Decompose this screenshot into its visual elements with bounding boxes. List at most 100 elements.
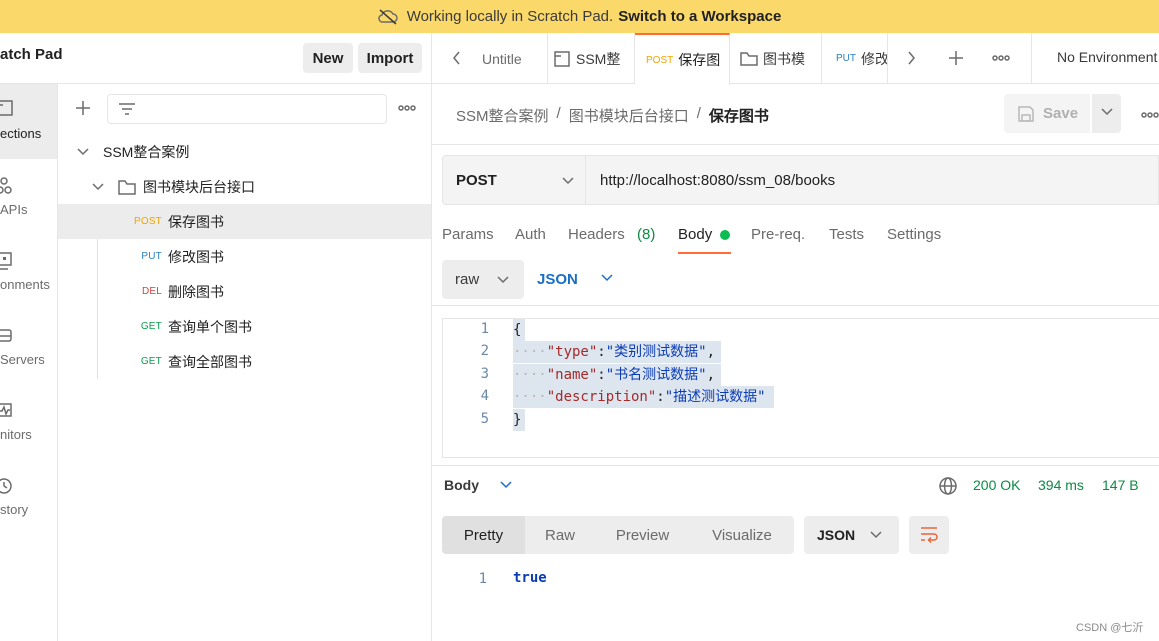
request-more-icon[interactable] (1141, 108, 1159, 124)
tab-save-book[interactable]: POST 保存图 (635, 33, 730, 85)
request-name: 查询单个图书 (168, 318, 252, 335)
tab-ssm[interactable]: SSM整 (548, 33, 635, 84)
response-status[interactable]: 200 OK (973, 477, 1020, 493)
switch-workspace-link[interactable]: Switch to a Workspace (618, 8, 781, 25)
breadcrumb-collection[interactable]: SSM整合案例 (456, 105, 549, 126)
wrap-lines-button[interactable] (909, 516, 949, 554)
view-pretty[interactable]: Pretty (442, 516, 525, 554)
code-brace: { (513, 322, 522, 338)
tab-update-book[interactable]: PUT 修改 (822, 33, 888, 84)
environments-icon (0, 250, 16, 275)
indent-guide: ···· (513, 344, 547, 360)
environment-selector[interactable]: No Environment (1057, 49, 1157, 65)
chevron-down-icon (1100, 105, 1114, 122)
tab-body[interactable]: Body (678, 226, 712, 243)
rail-label: nitors (0, 427, 32, 442)
response-view-toggle: Pretty Raw Preview Visualize (442, 516, 794, 554)
json-key: "type" (546, 344, 598, 360)
chevron-down-icon (600, 271, 614, 289)
tab-settings[interactable]: Settings (887, 226, 941, 243)
chevron-right-icon[interactable] (904, 50, 918, 69)
collection-row[interactable]: SSM整合案例 (58, 134, 431, 169)
breadcrumb-folder[interactable]: 图书模块后台接口 (569, 105, 689, 126)
tab-pre-request[interactable]: Pre-req. (751, 226, 805, 243)
tab-auth[interactable]: Auth (515, 226, 546, 243)
workspace-title: atch Pad (0, 46, 63, 63)
tab-headers[interactable]: Headers (568, 226, 625, 243)
filter-icon (117, 100, 137, 121)
tab-label: 保存图 (678, 52, 721, 68)
tab-tests[interactable]: Tests (829, 226, 864, 243)
body-language-select[interactable]: JSON (537, 271, 614, 289)
cloud-off-icon (377, 8, 398, 25)
line-number: 5 (480, 411, 489, 427)
response-time[interactable]: 394 ms (1038, 477, 1084, 493)
new-tab-icon[interactable] (946, 48, 966, 71)
rail-environments[interactable]: onments (0, 246, 57, 321)
method-badge: GET (140, 356, 162, 367)
request-row[interactable]: PUT 修改图书 (58, 239, 431, 274)
breadcrumb-request: 保存图书 (708, 108, 769, 125)
banner-text: Working locally in Scratch Pad. (406, 8, 614, 25)
rail-label: ections (0, 126, 42, 141)
watermark: CSDN @七沂 (1076, 622, 1144, 634)
request-row[interactable]: DEL 删除图书 (58, 274, 431, 309)
add-icon[interactable] (73, 98, 93, 121)
request-name: 修改图书 (168, 248, 224, 265)
rail-label: onments (0, 277, 50, 292)
json-value: "描述测试数据" (664, 389, 766, 405)
folder-name: 图书模块后台接口 (143, 178, 255, 195)
tab-untitled[interactable]: Untitle (480, 33, 548, 84)
view-raw[interactable]: Raw (525, 516, 595, 554)
rail-history[interactable]: story (0, 471, 57, 546)
save-button[interactable]: Save (1004, 94, 1090, 133)
tabs-more-icon[interactable] (991, 51, 1011, 68)
sidebar-divider (0, 83, 431, 84)
chevron-down-icon (869, 528, 883, 545)
view-visualize[interactable]: Visualize (690, 516, 794, 554)
rail-apis[interactable]: APIs (0, 171, 57, 246)
save-dropdown-button[interactable] (1092, 94, 1121, 133)
response-size[interactable]: 147 B (1102, 477, 1139, 493)
sidebar-border (431, 33, 432, 641)
body-language: JSON (537, 271, 578, 288)
method-badge: GET (140, 321, 162, 332)
tab-params[interactable]: Params (442, 226, 494, 243)
save-label: Save (1043, 105, 1079, 122)
url-input[interactable]: http://localhost:8080/ssm_08/books (586, 155, 1159, 205)
response-section-select[interactable]: Body (444, 477, 513, 495)
new-button[interactable]: New (303, 43, 353, 73)
rail-collections[interactable]: ections (0, 84, 57, 159)
view-preview[interactable]: Preview (595, 516, 690, 554)
save-icon (1017, 105, 1035, 123)
request-row[interactable]: GET 查询全部图书 (58, 344, 431, 379)
request-row[interactable]: GET 查询单个图书 (58, 309, 431, 344)
request-name: 删除图书 (168, 283, 224, 300)
chevron-left-icon[interactable] (450, 50, 464, 69)
tab-label: 图书模 (763, 50, 805, 67)
sidebar-more-icon[interactable] (397, 100, 417, 119)
rail-label: APIs (0, 202, 28, 217)
method-badge: DEL (141, 286, 162, 297)
tab-book-folder[interactable]: 图书模 (730, 33, 822, 84)
globe-icon[interactable] (938, 476, 958, 499)
method-badge: POST (133, 216, 162, 227)
response-label: Body (444, 477, 479, 493)
folder-row[interactable]: 图书模块后台接口 (58, 169, 431, 204)
collection-icon (553, 50, 571, 68)
request-row[interactable]: POST 保存图书 (58, 204, 431, 239)
body-mode-select[interactable]: raw (442, 260, 524, 299)
request-name: 保存图书 (168, 213, 224, 230)
tab-label: 修改 (861, 50, 888, 67)
import-button[interactable]: Import (358, 43, 422, 73)
response-format-select[interactable]: JSON (804, 516, 899, 554)
rail-monitors[interactable]: nitors (0, 396, 57, 471)
code-brace: } (513, 412, 522, 428)
tab-label: SSM整 (576, 50, 621, 67)
rail-mock-servers[interactable]: Servers (0, 321, 57, 396)
line-number: 4 (480, 388, 489, 404)
chevron-down-icon (76, 145, 90, 159)
chevron-down-icon (496, 273, 510, 291)
http-method-select[interactable]: POST (442, 155, 586, 205)
collection-search-input[interactable] (107, 94, 387, 124)
